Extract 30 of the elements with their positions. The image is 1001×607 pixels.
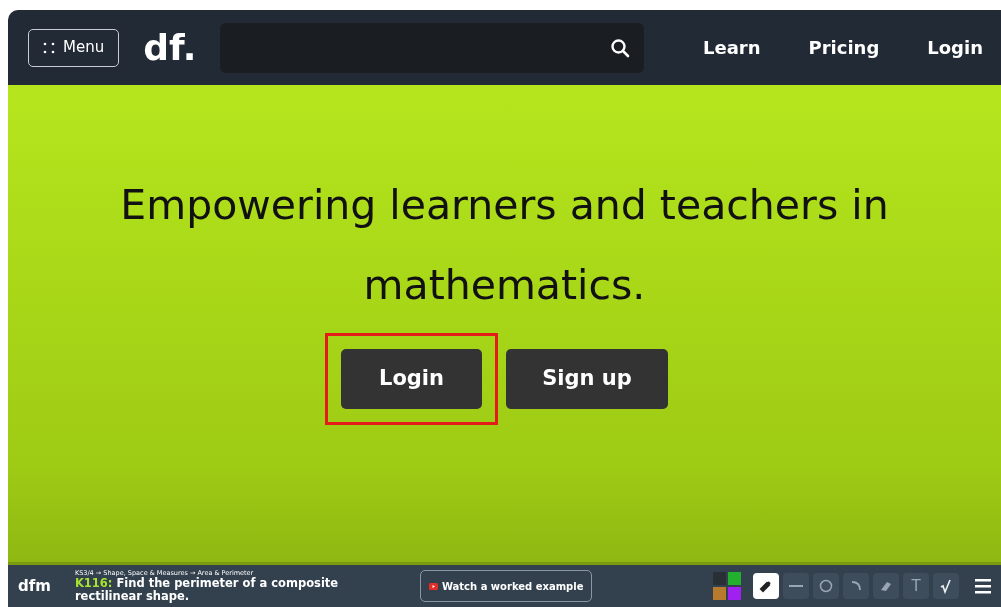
circle-icon bbox=[818, 578, 834, 594]
pen-tool-button[interactable] bbox=[753, 573, 779, 599]
menu-icon[interactable] bbox=[975, 578, 991, 594]
video-button[interactable]: Watch a worked example bbox=[419, 570, 593, 602]
color-swatch[interactable] bbox=[713, 587, 726, 600]
color-swatch[interactable] bbox=[713, 572, 726, 585]
line-tool-button[interactable] bbox=[783, 573, 809, 599]
root-tool-button[interactable] bbox=[933, 573, 959, 599]
arc-tool-button[interactable] bbox=[843, 573, 869, 599]
hero-heading: Empowering learners and teachers in mathematics. bbox=[119, 180, 890, 311]
color-swatch[interactable] bbox=[728, 587, 741, 600]
eraser-tool-button[interactable] bbox=[873, 573, 899, 599]
grid-dots-icon bbox=[43, 41, 55, 54]
line-icon bbox=[789, 585, 803, 587]
text-tool-button[interactable]: T bbox=[903, 573, 929, 599]
logo[interactable]: df. bbox=[143, 29, 197, 66]
nav-link-item[interactable]: Pricing bbox=[808, 34, 880, 61]
signup-button[interactable]: Sign up bbox=[506, 349, 668, 409]
search-icon[interactable] bbox=[610, 37, 631, 58]
menu-button[interactable]: Menu bbox=[28, 28, 120, 67]
play-icon bbox=[428, 582, 438, 590]
bottom-logo: dfm bbox=[18, 575, 51, 597]
square-root-icon bbox=[938, 578, 954, 594]
circle-tool-button[interactable] bbox=[813, 573, 839, 599]
nav-link-item[interactable]: Login bbox=[927, 34, 983, 61]
nav-link-item[interactable]: Learn bbox=[703, 34, 761, 61]
objective-title: K116: Find the perimeter of a composite rectilinear shape. bbox=[74, 576, 340, 603]
login-button[interactable]: Login bbox=[341, 349, 482, 409]
search-field[interactable] bbox=[220, 22, 645, 73]
color-swatch[interactable] bbox=[728, 572, 741, 585]
